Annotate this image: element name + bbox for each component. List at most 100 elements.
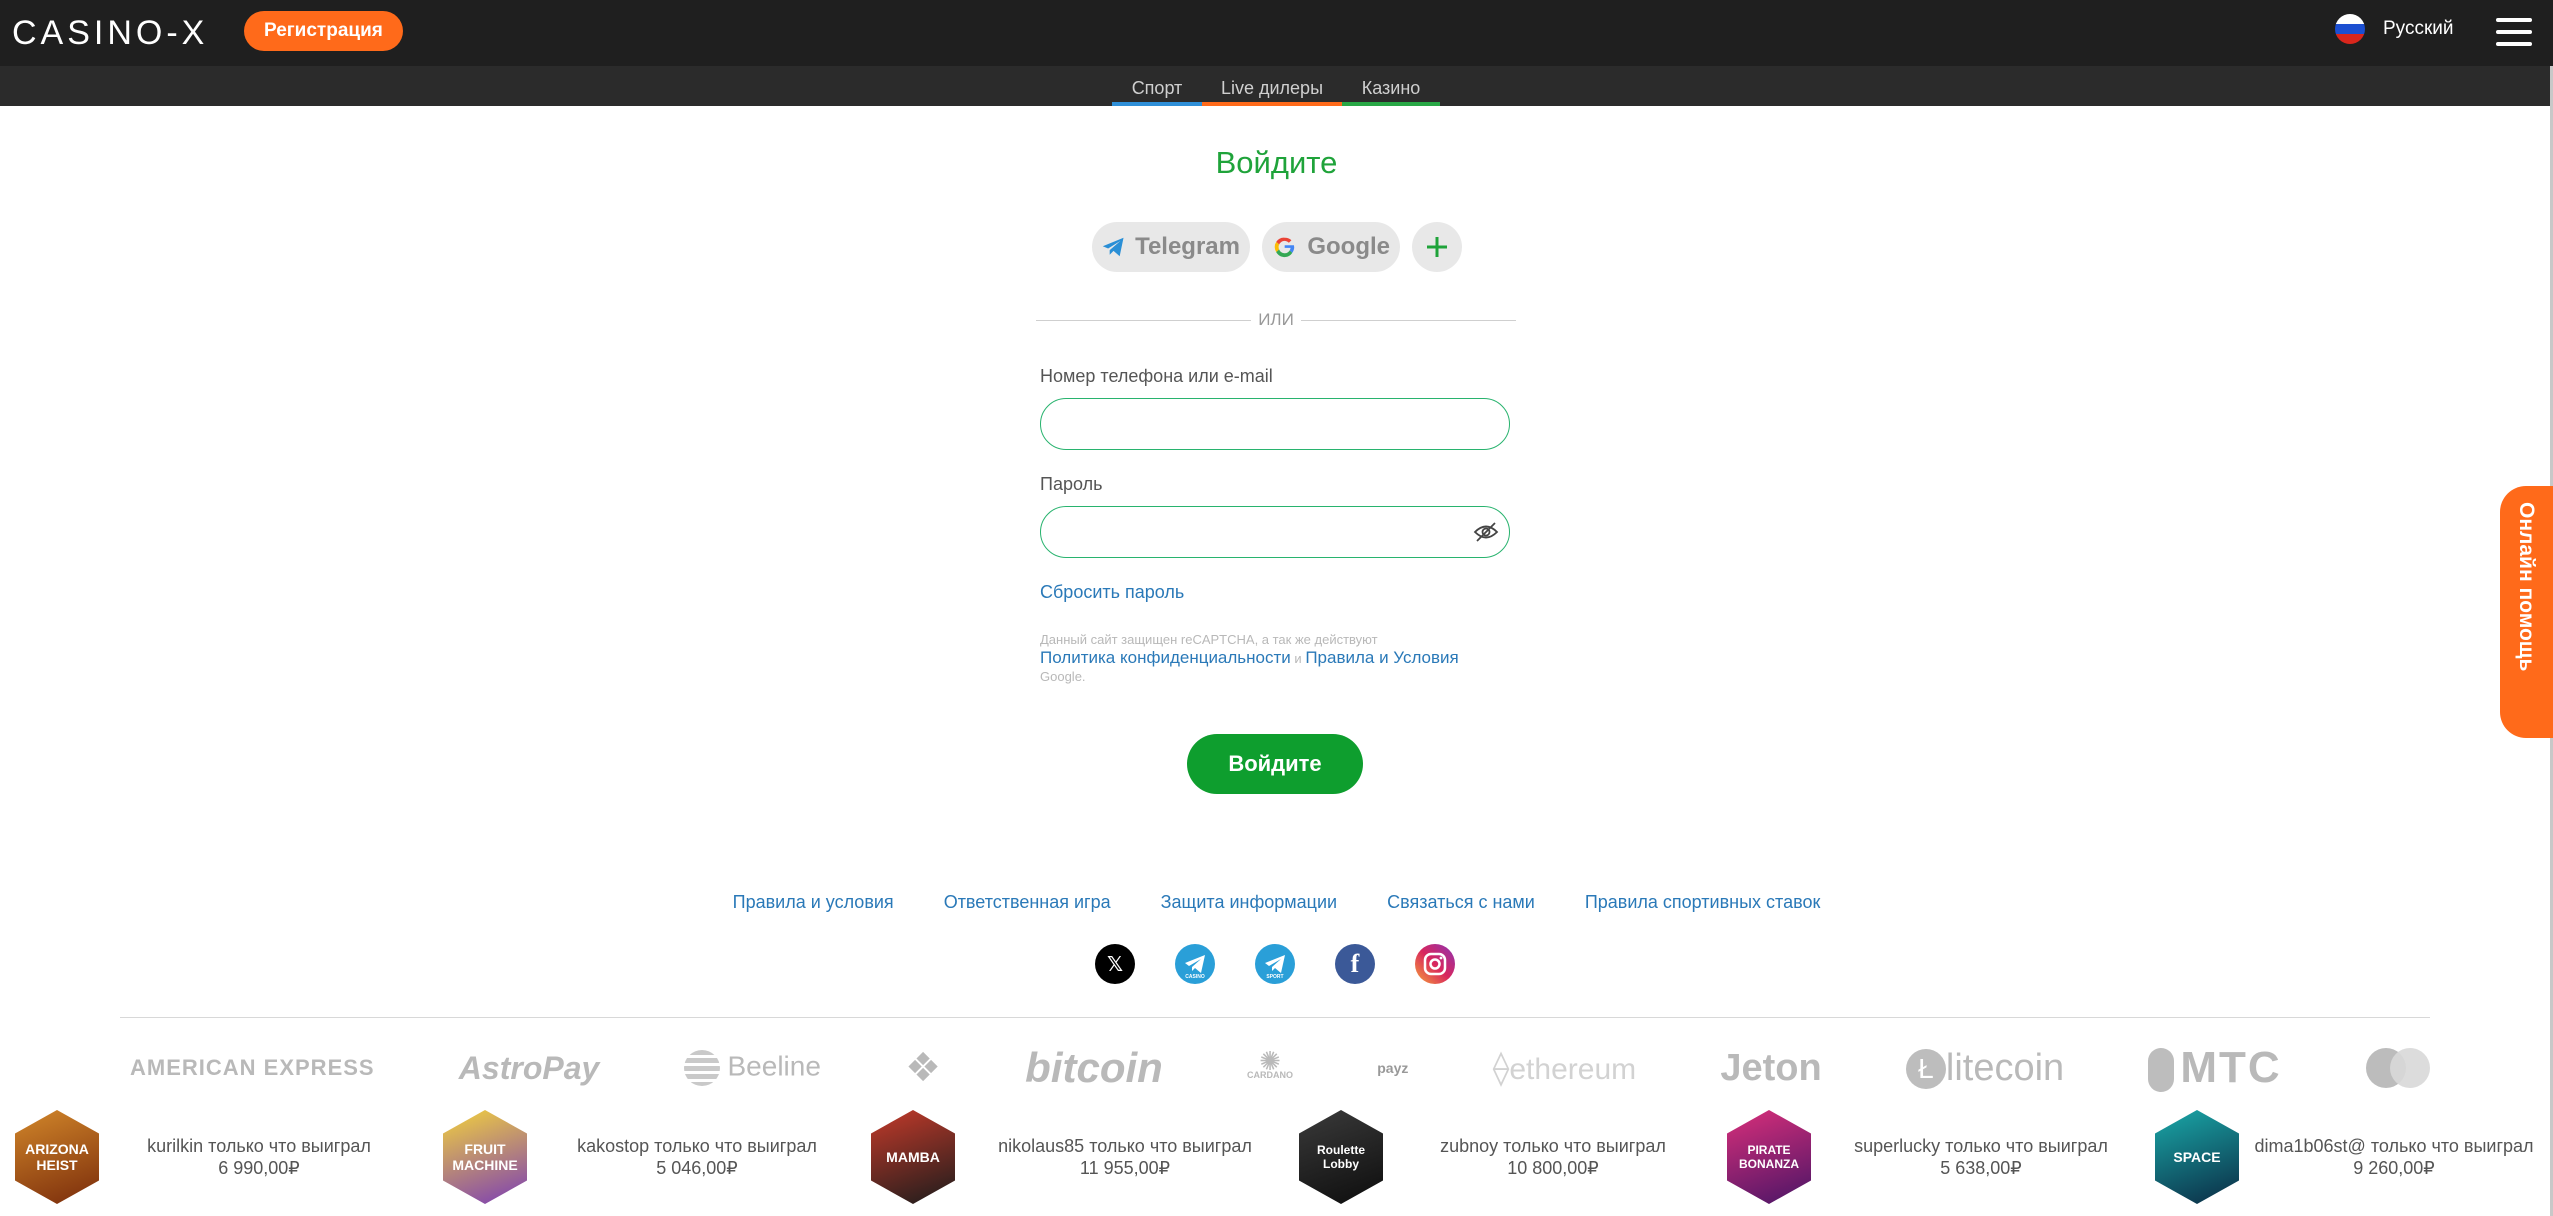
game-thumbnail[interactable]: SPACE bbox=[2155, 1110, 2239, 1204]
winner-amount: 9 260,00₽ bbox=[2353, 1158, 2435, 1178]
login-field-label: Номер телефона или e-mail bbox=[1040, 366, 1273, 386]
google-label: Google bbox=[1307, 233, 1390, 260]
winner-action: только что выиграл bbox=[1945, 1136, 2108, 1156]
footer-link-terms[interactable]: Правила и условия bbox=[733, 892, 894, 913]
captcha-and: и bbox=[1294, 651, 1302, 666]
mts-logo: МТС bbox=[2148, 1043, 2281, 1093]
google-icon bbox=[1274, 237, 1295, 258]
telegram-casino-caption: CASINO bbox=[1185, 974, 1205, 980]
reset-password-link[interactable]: Сбросить пароль bbox=[1040, 582, 1184, 603]
winner-amount: 6 990,00₽ bbox=[218, 1158, 300, 1178]
litecoin-logo: Łlitecoin bbox=[1905, 1046, 2065, 1090]
footer-divider bbox=[120, 1017, 2430, 1018]
login-input[interactable] bbox=[1040, 398, 1510, 450]
winner-user: superlucky bbox=[1854, 1136, 1941, 1156]
footer-link-responsible[interactable]: Ответственная игра bbox=[944, 892, 1111, 913]
winner-item[interactable]: PIRATE BONANZA superlucky только что выи… bbox=[1727, 1110, 2151, 1204]
mts-label: МТС bbox=[2180, 1043, 2282, 1092]
winner-action: только что выиграл bbox=[2370, 1136, 2534, 1156]
winner-item[interactable]: ARIZONA HEIST kurilkin только что выигра… bbox=[15, 1110, 419, 1204]
footer-link-contact[interactable]: Связаться с нами bbox=[1387, 892, 1535, 913]
password-input[interactable] bbox=[1040, 506, 1510, 558]
instagram-icon[interactable] bbox=[1415, 944, 1455, 984]
winner-amount: 5 638,00₽ bbox=[1940, 1158, 2022, 1178]
game-thumbnail[interactable]: ARIZONA HEIST bbox=[15, 1110, 99, 1204]
casino-logo[interactable]: CASINO-X bbox=[12, 14, 208, 53]
winner-item[interactable]: FRUIT MACHINE kakostop только что выигра… bbox=[443, 1110, 867, 1204]
language-label: Русский bbox=[2383, 18, 2454, 39]
game-thumbnail[interactable]: MAMBA bbox=[871, 1110, 955, 1204]
tab-casino[interactable]: Казино bbox=[1342, 66, 1440, 106]
language-selector[interactable]: Русский bbox=[2335, 14, 2454, 44]
payment-methods: AMERICAN EXPRESS AstroPay Beeline ❖ bitc… bbox=[130, 1040, 2430, 1096]
winner-item[interactable]: SPACE dima1b06st@ только что выиграл 9 2… bbox=[2155, 1110, 2549, 1204]
plus-icon bbox=[1427, 237, 1447, 257]
game-thumbnail[interactable]: Roulette Lobby bbox=[1299, 1110, 1383, 1204]
game-thumbnail[interactable]: FRUIT MACHINE bbox=[443, 1110, 527, 1204]
russia-flag-icon bbox=[2335, 14, 2365, 44]
winner-user: nikolaus85 bbox=[998, 1136, 1085, 1156]
winner-amount: 10 800,00₽ bbox=[1507, 1158, 1599, 1178]
telegram-icon bbox=[1102, 237, 1124, 257]
more-login-button[interactable] bbox=[1412, 222, 1462, 272]
tab-live-dealers[interactable]: Live дилеры bbox=[1202, 66, 1342, 106]
social-links: 𝕏 CASINO SPORT f bbox=[1095, 944, 1455, 984]
winners-ticker: ARIZONA HEIST kurilkin только что выигра… bbox=[0, 1110, 2553, 1216]
privacy-policy-link[interactable]: Политика конфиденциальности bbox=[1040, 648, 1291, 667]
winner-user: dima1b06st@ bbox=[2254, 1136, 2366, 1156]
recaptcha-notice: Данный сайт защищен reCAPTCHA, а так же … bbox=[1040, 631, 1520, 686]
online-help-button[interactable]: Онлайн помощь bbox=[2500, 486, 2553, 738]
winner-action: только что выиграл bbox=[1089, 1136, 1252, 1156]
mastercard-logo bbox=[2365, 1048, 2430, 1088]
winner-amount: 5 046,00₽ bbox=[656, 1158, 738, 1178]
telegram-label: Telegram bbox=[1135, 233, 1240, 260]
winner-amount: 11 955,00₽ bbox=[1079, 1158, 1171, 1178]
amex-logo: AMERICAN EXPRESS bbox=[130, 1055, 375, 1080]
bitcoin-logo: bitcoin bbox=[1025, 1044, 1163, 1091]
beeline-label: Beeline bbox=[727, 1050, 821, 1082]
winner-action: только что выиграл bbox=[654, 1136, 817, 1156]
x-icon[interactable]: 𝕏 bbox=[1095, 944, 1135, 984]
winner-action: только что выиграл bbox=[1503, 1136, 1666, 1156]
winner-item[interactable]: Roulette Lobby zubnoy только что выиграл… bbox=[1299, 1110, 1723, 1204]
password-field-label: Пароль bbox=[1040, 474, 1103, 494]
telegram-login-button[interactable]: Telegram bbox=[1092, 222, 1250, 272]
telegram-casino-icon[interactable]: CASINO bbox=[1175, 944, 1215, 984]
social-login: Telegram Google bbox=[1092, 222, 1462, 272]
eye-slash-icon[interactable] bbox=[1473, 521, 1499, 543]
google-login-button[interactable]: Google bbox=[1262, 222, 1400, 272]
winner-action: только что выиграл bbox=[208, 1136, 371, 1156]
footer-link-sport-rules[interactable]: Правила спортивных ставок bbox=[1585, 892, 1821, 913]
game-thumbnail[interactable]: PIRATE BONANZA bbox=[1727, 1110, 1811, 1204]
cardano-logo: ✺ CARDANO bbox=[1247, 1046, 1294, 1080]
top-bar: CASINO-X Регистрация Русский bbox=[0, 0, 2553, 66]
winner-item[interactable]: MAMBA nikolaus85 только что выиграл 11 9… bbox=[871, 1110, 1295, 1204]
login-title: Войдите bbox=[1215, 145, 1338, 180]
register-button[interactable]: Регистрация bbox=[244, 11, 403, 51]
tab-sport[interactable]: Спорт bbox=[1112, 66, 1202, 106]
sub-navigation: Спорт Live дилеры Казино bbox=[0, 66, 2553, 106]
ethereum-label: ethereum bbox=[1509, 1053, 1637, 1086]
menu-icon[interactable] bbox=[2496, 18, 2532, 46]
jeton-logo: Jeton bbox=[1720, 1046, 1822, 1089]
winner-user: kakostop bbox=[577, 1136, 650, 1156]
payz-logo: payz bbox=[1377, 1060, 1409, 1076]
cardano-label: CARDANO bbox=[1247, 1070, 1294, 1080]
or-divider: ИЛИ bbox=[1036, 310, 1516, 330]
terms-link[interactable]: Правила и Условия bbox=[1305, 648, 1458, 667]
login-submit-button[interactable]: Войдите bbox=[1187, 734, 1363, 794]
ethereum-logo: ⟠ethereum bbox=[1492, 1049, 1637, 1087]
astropay-logo: AstroPay bbox=[458, 1049, 600, 1086]
winner-user: zubnoy bbox=[1440, 1136, 1499, 1156]
footer-links: Правила и условия Ответственная игра Защ… bbox=[0, 892, 2553, 913]
beeline-logo: Beeline bbox=[683, 1050, 821, 1086]
captcha-google: Google. bbox=[1040, 669, 1086, 684]
telegram-sport-icon[interactable]: SPORT bbox=[1255, 944, 1295, 984]
binance-logo: ❖ bbox=[905, 1046, 941, 1090]
litecoin-label: litecoin bbox=[1945, 1046, 2065, 1089]
captcha-text: Данный сайт защищен reCAPTCHA, а так же … bbox=[1040, 632, 1378, 647]
facebook-icon[interactable]: f bbox=[1335, 944, 1375, 984]
winner-user: kurilkin bbox=[147, 1136, 204, 1156]
online-help-label: Онлайн помощь bbox=[2515, 502, 2538, 672]
footer-link-privacy[interactable]: Защита информации bbox=[1161, 892, 1337, 913]
